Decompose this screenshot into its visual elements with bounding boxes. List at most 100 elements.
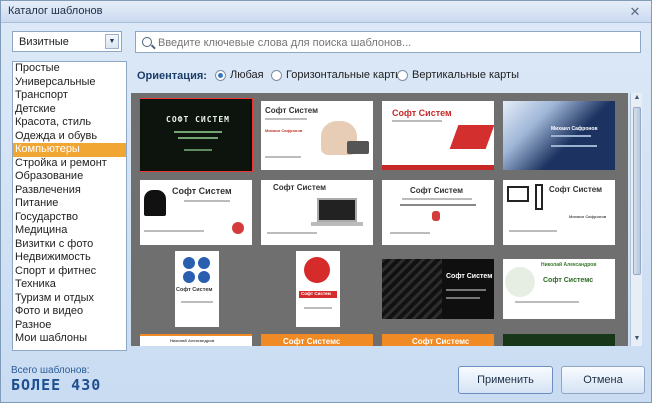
apply-button[interactable]: Применить <box>458 366 553 394</box>
template-card[interactable]: Софт Систем Михаил Сафронов <box>261 101 373 170</box>
template-card[interactable]: Софт Систем <box>296 251 340 327</box>
category-item[interactable]: Медицина <box>13 224 126 238</box>
card-title: Софт Системс <box>412 337 470 346</box>
monitor-icon <box>507 186 529 202</box>
close-icon[interactable]: ✕ <box>625 4 645 20</box>
card-title: Софт Систем <box>172 186 232 196</box>
category-item[interactable]: Туризм и отдых <box>13 292 126 306</box>
category-item-selected[interactable]: Компьютеры <box>13 143 126 157</box>
gallery-scrollbar[interactable]: ▲ ▼ <box>630 93 642 346</box>
radio-dot <box>271 69 282 81</box>
radio-vertical[interactable]: Вертикальные карты <box>397 69 519 81</box>
card-name: Михаил Сафронов <box>551 126 598 132</box>
category-item[interactable]: Стройка и ремонт <box>13 157 126 171</box>
card-title: Софт Систем <box>392 108 452 118</box>
card-title: СОФТ СИСТЕМ <box>166 115 230 124</box>
category-item[interactable]: Мои шаблоны <box>13 332 126 346</box>
template-card[interactable]: Михаил Сафронов <box>503 101 615 170</box>
template-card[interactable]: Софт Систем <box>382 101 494 170</box>
card-text-line <box>184 149 212 151</box>
card-title: Софт Систем <box>549 185 603 194</box>
card-title: Софт Систем <box>301 291 331 296</box>
laptop-image <box>317 198 357 222</box>
scroll-down-icon[interactable]: ▼ <box>632 335 642 345</box>
card-name: Николай Александров <box>541 262 597 268</box>
orientation-label: Ориентация: <box>137 70 207 82</box>
titlebar: Каталог шаблонов ✕ <box>1 1 651 23</box>
tower-icon <box>535 184 543 210</box>
gear-icon <box>304 257 330 283</box>
card-title: Софт Систем <box>273 183 327 192</box>
card-text-line <box>509 230 557 232</box>
card-name: Михаил Сафронов <box>265 128 303 133</box>
card-text-line <box>390 232 430 234</box>
search-icon <box>142 37 152 47</box>
footer: Всего шаблонов: БОЛЕЕ 430 Применить Отме… <box>1 356 651 403</box>
blue-icon <box>183 257 195 269</box>
circuit-pattern <box>505 267 535 297</box>
category-item[interactable]: Техника <box>13 278 126 292</box>
category-item[interactable]: Государство <box>13 211 126 225</box>
radio-vertical-label: Вертикальные карты <box>412 69 519 81</box>
radio-horizontal[interactable]: Горизонтальные карты <box>271 69 403 81</box>
card-text-line <box>144 230 204 232</box>
card-stripe <box>140 334 252 336</box>
card-text-line <box>515 301 579 303</box>
card-name: Николай Александров <box>170 338 215 343</box>
type-select-value: Визитные <box>19 36 69 48</box>
category-list: Простые Универсальные Транспорт Детские … <box>12 61 127 351</box>
category-item[interactable]: Визитки с фото <box>13 238 126 252</box>
scroll-up-icon[interactable]: ▲ <box>632 94 642 104</box>
category-item[interactable]: Питание <box>13 197 126 211</box>
card-text-line <box>265 118 307 120</box>
category-item[interactable]: Недвижимость <box>13 251 126 265</box>
category-item[interactable]: Фото и видео <box>13 305 126 319</box>
card-name: Михаил Сафронов <box>569 214 607 219</box>
template-card[interactable]: Николай Александров <box>140 334 252 346</box>
search-input[interactable] <box>158 35 628 50</box>
left-panel: Визитные ▼ Простые Универсальные Транспо… <box>9 27 127 351</box>
template-card[interactable]: Софт Систем Михаил Сафронов <box>503 180 615 245</box>
template-card[interactable]: Николай Александров Софт Системс <box>503 259 615 319</box>
card-text-line <box>174 131 222 133</box>
template-gallery: СОФТ СИСТЕМ Софт Систем Михаил Сафронов … <box>131 93 628 346</box>
type-select[interactable]: Визитные ▼ <box>12 31 122 52</box>
card-title: Софт Системс <box>283 337 341 346</box>
category-item[interactable]: Транспорт <box>13 89 126 103</box>
category-item[interactable]: Универсальные <box>13 76 126 90</box>
radio-horizontal-label: Горизонтальные карты <box>286 69 404 81</box>
card-text-line <box>178 137 218 139</box>
category-item[interactable]: Спорт и фитнес <box>13 265 126 279</box>
card-title: Софт Систем <box>265 106 319 115</box>
category-item[interactable]: Развлечения <box>13 184 126 198</box>
template-card[interactable]: Софт Системс <box>382 334 494 346</box>
card-title: Софт Систем <box>410 186 464 195</box>
category-item[interactable]: Образование <box>13 170 126 184</box>
card-title: Софт Систем <box>446 273 493 280</box>
template-card[interactable]: СОФТ СИСТЕМ <box>139 98 253 172</box>
card-text-line <box>446 289 486 291</box>
category-item[interactable]: Одежда и обувь <box>13 130 126 144</box>
scroll-thumb[interactable] <box>633 107 641 275</box>
cancel-button[interactable]: Отмена <box>561 366 645 394</box>
chevron-down-icon[interactable]: ▼ <box>105 34 119 49</box>
laptop-image <box>449 125 494 149</box>
template-card[interactable]: Софт Систем <box>382 180 494 245</box>
category-item[interactable]: Детские <box>13 103 126 117</box>
card-title: Софт Систем <box>176 287 213 293</box>
category-item[interactable]: Простые <box>13 62 126 76</box>
template-card[interactable]: Софт Систем <box>382 259 494 319</box>
category-item[interactable]: Разное <box>13 319 126 333</box>
card-text-line <box>267 232 317 234</box>
template-card[interactable]: Софт Систем <box>261 180 373 245</box>
template-card[interactable]: Софт Систем <box>140 180 252 245</box>
card-text-line <box>265 156 301 158</box>
template-card[interactable] <box>503 334 615 346</box>
template-card[interactable]: Софт Системс <box>261 334 373 346</box>
radio-any[interactable]: Любая <box>215 69 264 81</box>
template-card[interactable]: Софт Систем <box>175 251 219 327</box>
card-text-line <box>551 145 597 147</box>
category-item[interactable]: Красота, стиль <box>13 116 126 130</box>
card-text-line <box>392 120 442 122</box>
laptop-base <box>311 222 363 226</box>
